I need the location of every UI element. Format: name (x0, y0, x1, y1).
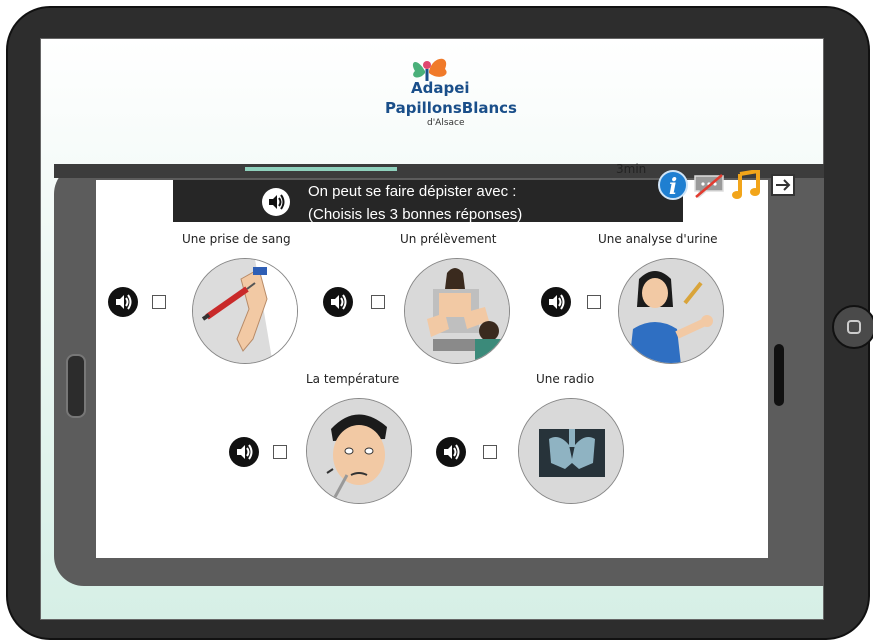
option-image-sample[interactable] (404, 258, 510, 364)
urine-test-icon (619, 259, 723, 363)
speaker-icon (444, 444, 460, 460)
option-speaker-xray[interactable] (436, 437, 466, 467)
home-square-icon (847, 320, 861, 334)
question-line1: On peut se faire dépister avec : (308, 183, 517, 200)
info-icon[interactable]: i (658, 170, 688, 200)
option-image-xray[interactable] (518, 398, 624, 504)
speaker-icon (237, 444, 253, 460)
logo-line2: PapillonsBlancs (385, 99, 517, 117)
logo: Adapei PapillonsBlancs d'Alsace (371, 51, 517, 131)
speaker-icon (116, 294, 132, 310)
thermometer-icon (307, 399, 411, 503)
option-speaker-blood[interactable] (108, 287, 138, 317)
question-speaker-button[interactable] (262, 188, 290, 216)
blood-draw-icon (193, 259, 297, 363)
left-pill (66, 354, 86, 418)
option-label-temperature: La température (306, 372, 400, 386)
option-label-urine: Une analyse d'urine (598, 232, 718, 246)
speaker-icon (269, 194, 285, 210)
speaker-icon (549, 294, 565, 310)
option-label-xray: Une radio (536, 372, 595, 386)
speaker-icon (331, 294, 347, 310)
logo-line1: Adapei (411, 79, 470, 97)
logo-line3: d'Alsace (427, 118, 465, 128)
option-checkbox-urine[interactable] (587, 295, 601, 309)
option-checkbox-xray[interactable] (483, 445, 497, 459)
option-checkbox-blood[interactable] (152, 295, 166, 309)
option-speaker-temperature[interactable] (229, 437, 259, 467)
option-image-blood[interactable] (192, 258, 298, 364)
option-image-urine[interactable] (618, 258, 724, 364)
option-checkbox-sample[interactable] (371, 295, 385, 309)
exit-icon[interactable] (770, 173, 796, 197)
progress-bar (245, 167, 397, 171)
music-icon[interactable] (730, 170, 764, 200)
scroll-handle[interactable] (774, 344, 784, 406)
chat-muted-icon[interactable] (692, 173, 726, 199)
question-line2: (Choisis les 3 bonnes réponses) (308, 206, 523, 223)
xray-icon (519, 399, 623, 503)
option-label-blood: Une prise de sang (182, 232, 291, 246)
option-checkbox-temperature[interactable] (273, 445, 287, 459)
gynecological-exam-icon (405, 259, 509, 363)
option-speaker-urine[interactable] (541, 287, 571, 317)
option-label-sample: Un prélèvement (400, 232, 497, 246)
option-speaker-sample[interactable] (323, 287, 353, 317)
home-button[interactable] (832, 305, 873, 349)
option-image-temperature[interactable] (306, 398, 412, 504)
timer: 3min (616, 162, 647, 176)
